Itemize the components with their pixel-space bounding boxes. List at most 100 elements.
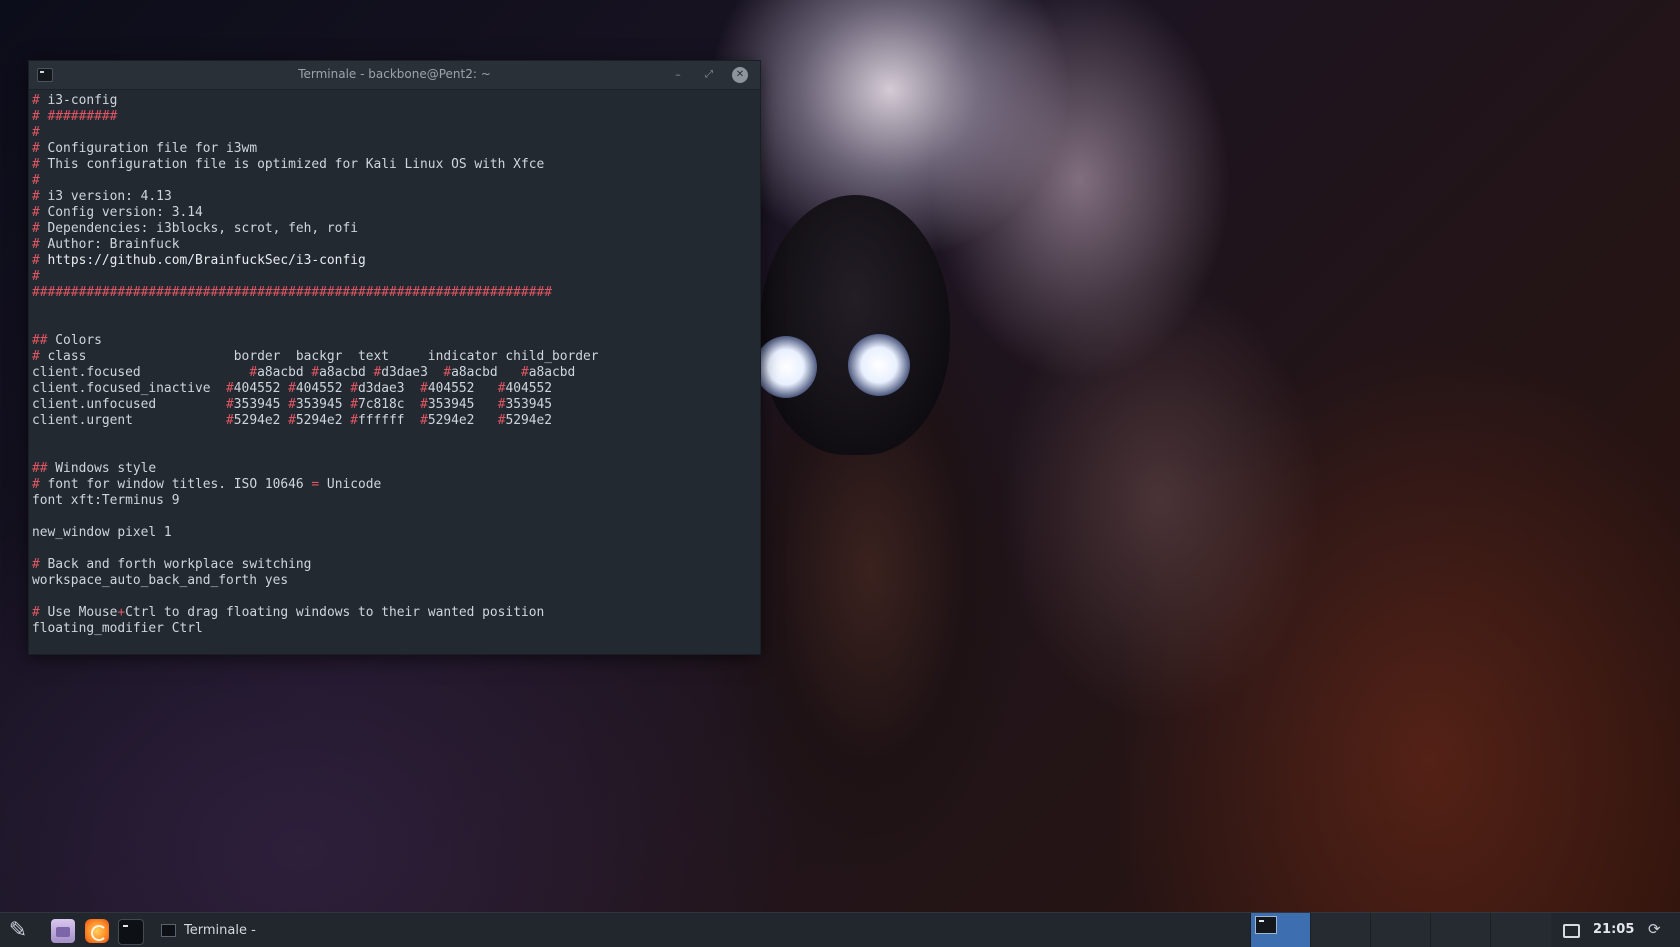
- taskbar-item-terminal[interactable]: Terminale - backbone@Pe...: [155, 917, 355, 944]
- terminal-text-segment: 5294e2: [295, 413, 351, 428]
- terminal-text-segment: #: [350, 413, 358, 428]
- terminal-line: client.focused #a8acbd #a8acbd #d3dae3 #…: [32, 365, 760, 381]
- taskbar: ✎ Terminale - backbone@Pe... 21:05 ⟳: [0, 912, 1680, 947]
- terminal-text-segment: Colors: [55, 333, 102, 348]
- terminal-line: ########################################…: [32, 285, 760, 301]
- terminal-text-segment: d3dae3: [381, 365, 444, 380]
- terminal-text-segment: client.urgent: [32, 413, 227, 428]
- terminal-text-segment: class border backgr text indicator child…: [47, 349, 599, 364]
- terminal-text-segment: Use Mouse: [47, 605, 118, 620]
- terminal-text-segment: #: [32, 221, 48, 236]
- terminal-text-segment: https://github.com/BrainfuckSec/i3-confi…: [47, 253, 366, 268]
- terminal-text-segment: #: [249, 365, 258, 380]
- desktop: Terminale - backbone@Pent2: ~ – ⤢ ✕ # i3…: [0, 0, 1680, 947]
- notification-icon[interactable]: [1563, 924, 1580, 938]
- maximize-button[interactable]: ⤢: [701, 67, 717, 83]
- terminal-text-segment: #: [32, 349, 48, 364]
- terminal-text-segment: #: [420, 413, 428, 428]
- terminal-line: #: [32, 173, 760, 189]
- terminal-line: ## Windows style: [32, 461, 760, 477]
- terminal-text-segment: Ctrl to drag floating windows to their w…: [125, 605, 545, 620]
- terminal-text-segment: # #########: [32, 109, 118, 124]
- terminal-text-segment: #: [226, 381, 234, 396]
- terminal-text-segment: #: [32, 173, 40, 188]
- workspace-3[interactable]: [1370, 913, 1431, 947]
- terminal-text-segment: 404552: [427, 381, 498, 396]
- terminal-line: client.unfocused #353945 #353945 #7c818c…: [32, 397, 760, 413]
- terminal-text-segment: #: [32, 269, 40, 284]
- terminal-line: # https://github.com/BrainfuckSec/i3-con…: [32, 253, 760, 269]
- terminal-text-segment: d3dae3: [357, 381, 421, 396]
- terminal-text-segment: #: [520, 365, 529, 380]
- terminal-text-segment: #: [32, 205, 48, 220]
- workspace-5[interactable]: [1490, 913, 1551, 947]
- terminal-line: client.focused_inactive #404552 #404552 …: [32, 381, 760, 397]
- terminal-text-segment: 404552: [505, 381, 553, 396]
- tools-icon[interactable]: ✎: [6, 919, 30, 943]
- terminal-text-segment: 5294e2: [505, 413, 553, 428]
- close-button[interactable]: ✕: [732, 67, 748, 83]
- terminal-text-segment: ffffff: [357, 413, 421, 428]
- terminal-text-segment: a8acbd: [451, 365, 521, 380]
- wallpaper-glowing-eye-right: [848, 334, 910, 396]
- terminal-text-segment: workspace_auto_back_and_forth yes: [32, 573, 289, 588]
- workspace-4[interactable]: [1430, 913, 1491, 947]
- firefox-icon[interactable]: [85, 919, 109, 943]
- terminal-text-segment: ##: [32, 333, 56, 348]
- terminal-text-segment: 7c818c: [357, 397, 421, 412]
- terminal-text-segment: #: [288, 397, 296, 412]
- terminal-line: # i3-config: [32, 93, 760, 109]
- terminal-line: # Back and forth workplace switching: [32, 557, 760, 573]
- terminal-text-segment: i3 version: 4.13: [47, 189, 172, 204]
- terminal-text-segment: +: [117, 605, 126, 620]
- terminal-line: # #########: [32, 109, 760, 125]
- terminal-text-segment: #: [420, 381, 428, 396]
- terminal-line: new_window pixel 1: [32, 525, 760, 541]
- terminal-text-segment: 404552: [233, 381, 289, 396]
- wallpaper-gasmask-head: [760, 195, 950, 455]
- terminal-line: # Configuration file for i3wm: [32, 141, 760, 157]
- terminal-text-segment: Author: Brainfuck: [47, 237, 180, 252]
- terminal-launcher-icon[interactable]: [118, 919, 144, 945]
- terminal-line: # This configuration file is optimized f…: [32, 157, 760, 173]
- terminal-text-segment: 353945: [233, 397, 289, 412]
- terminal-text-segment: #: [311, 365, 320, 380]
- terminal-text-segment: a8acbd: [257, 365, 312, 380]
- power-icon[interactable]: ⟳: [1648, 920, 1661, 938]
- terminal-text-segment: #: [350, 397, 358, 412]
- terminal-line: ## Colors: [32, 333, 760, 349]
- workspace-1[interactable]: [1250, 913, 1311, 947]
- terminal-text-segment: #: [226, 413, 234, 428]
- window-thumbnail-icon: [1255, 916, 1277, 934]
- clock[interactable]: 21:05: [1593, 922, 1634, 937]
- window-title: Terminale - backbone@Pent2: ~: [298, 67, 491, 81]
- terminal-text-segment: #: [226, 397, 234, 412]
- terminal-line: # class border backgr text indicator chi…: [32, 349, 760, 365]
- terminal-text-segment: client.focused: [32, 365, 250, 380]
- terminal-text-segment: ########################################…: [32, 285, 552, 300]
- file-manager-icon[interactable]: [51, 919, 75, 943]
- terminal-text-segment: Unicode: [319, 477, 382, 492]
- terminal-text-segment: #: [443, 365, 452, 380]
- terminal-text-segment: #: [32, 141, 48, 156]
- minimize-button[interactable]: –: [670, 67, 686, 83]
- terminal-text-segment: 5294e2: [233, 413, 289, 428]
- terminal-line: # Author: Brainfuck: [32, 237, 760, 253]
- workspace-2[interactable]: [1310, 913, 1371, 947]
- window-titlebar[interactable]: Terminale - backbone@Pent2: ~ – ⤢ ✕: [29, 61, 760, 90]
- terminal-text-segment: #: [32, 477, 48, 492]
- terminal-window[interactable]: Terminale - backbone@Pent2: ~ – ⤢ ✕ # i3…: [29, 61, 760, 654]
- terminal-text-segment: a8acbd: [319, 365, 374, 380]
- terminal-line: #: [32, 269, 760, 285]
- terminal-line: font xft:Terminus 9: [32, 493, 760, 509]
- terminal-output[interactable]: # i3-config # ######### # # Configuration f…: [29, 90, 760, 637]
- terminal-text-segment: font xft:Terminus 9: [32, 493, 180, 508]
- terminal-text-segment: =: [311, 477, 320, 492]
- terminal-text-segment: font for window titles. ISO 10646: [47, 477, 312, 492]
- terminal-text-segment: #: [350, 381, 358, 396]
- terminal-text-segment: floating_modifier Ctrl: [32, 621, 203, 636]
- terminal-text-segment: #: [420, 397, 428, 412]
- terminal-text-segment: #: [32, 125, 40, 140]
